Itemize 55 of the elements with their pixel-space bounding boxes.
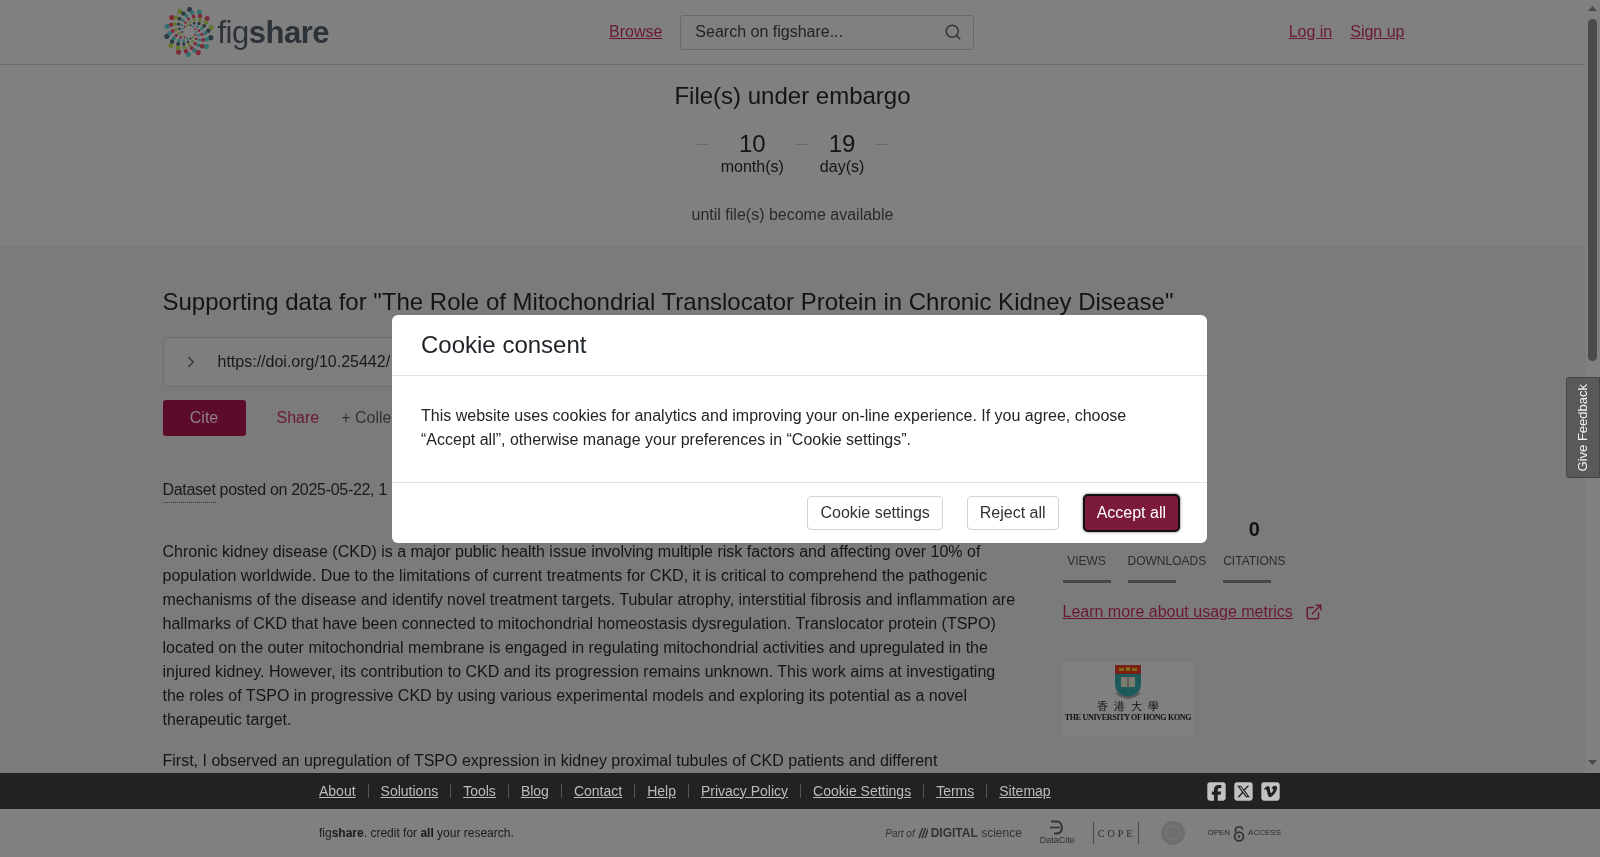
embargo-title: File(s) under embargo: [674, 82, 911, 110]
partner-logo-text: Part of: [885, 826, 915, 841]
partner-logo-text: OPEN: [1207, 827, 1231, 839]
description-paragraph: Chronic kidney disease (CKD) is a major public health issue involving multiple risk factors and affecting over 10% of population worldwide. Due to the limitations of current treatments for CKD, it is critical to comprehend the pathogenic mechanisms of the disease and identify novel treatment targets. Tubular atrophy, interstitial fibrosis and inflammation are hallmarks of CKD that have been connected to mitochondrial homeostasis dysregulation. Translocator protein (TSPO) located on the outer mitochondrial membrane is engaged in regulating mitochondrial activities and upregulated in the injured kidney. However, its contribution to CKD and its progression remains unknown. This work aims at investigating the roles of TSPO in progressive CKD by using various experimental models and exploring its potential as a novel therapeutic target.: [162, 542, 1017, 730]
vimeo-icon[interactable]: [1260, 780, 1281, 802]
stripes-icon: [917, 827, 928, 839]
dialog-message: This website uses cookies for analytics and improving your on-line experience. If you agree, choose “Accept all”, otherwise manage your preferences in “Cookie settings”.: [421, 406, 1128, 450]
logo-chinese-name: 香港大學: [1095, 700, 1166, 713]
footer-link[interactable]: Tools: [463, 780, 496, 802]
posted-date-text: posted on 2025-05-22, 1: [219, 480, 387, 500]
stat-label[interactable]: DOWNLOADS: [1127, 554, 1207, 568]
cookie-settings-button[interactable]: Cookie settings: [807, 496, 943, 530]
logo-english-name: THE UNIVERSITY OF HONG KONG: [1064, 713, 1192, 723]
accept-all-button[interactable]: Accept all: [1082, 494, 1180, 532]
footer-link[interactable]: Privacy Policy: [700, 780, 789, 802]
search-icon[interactable]: [944, 22, 963, 41]
footer-link[interactable]: About: [319, 780, 356, 802]
footer-link[interactable]: Solutions: [380, 780, 439, 802]
x-icon[interactable]: [1233, 780, 1254, 802]
scroll-up-icon[interactable]: [1588, 6, 1597, 11]
feedback-tab[interactable]: Give Feedback: [1566, 377, 1600, 478]
description-paragraph: First, I observed an upregulation of TSPO expression in kidney proximal tubules of CKD patients and different: [162, 751, 939, 771]
search-field[interactable]: Search on figshare...: [680, 14, 975, 50]
scrollbar-thumb[interactable]: [1588, 19, 1597, 361]
footer-link[interactable]: Blog: [520, 780, 549, 802]
footer-link[interactable]: Contact: [573, 780, 623, 802]
cite-button[interactable]: Cite: [162, 400, 246, 436]
stat-count: 0: [1248, 517, 1260, 542]
scroll-down-icon[interactable]: [1588, 760, 1597, 765]
countdown-unit: day(s): [819, 157, 865, 177]
item-type-link[interactable]: Dataset: [162, 478, 216, 503]
external-link-icon[interactable]: [1304, 603, 1323, 621]
spiral-dots-icon: [163, 7, 214, 57]
footer-link[interactable]: Help: [647, 780, 676, 802]
countdown-number: 10: [738, 131, 766, 157]
countdown-unit: month(s): [720, 157, 784, 177]
partner-logo-text: DIGITAL science: [930, 827, 1022, 839]
embargo-note: until file(s) become available: [691, 205, 894, 225]
item-title: Supporting data for "The Role of Mitochondrial Translocator Protein in Chronic Kidney Disease": [162, 290, 1175, 314]
partner-logo-text: ACCESS: [1248, 827, 1281, 839]
crest-icon: [1113, 664, 1143, 700]
open-lock-icon: [1233, 824, 1246, 842]
footer-link[interactable]: Cookie Settings: [813, 780, 912, 802]
partner-logo-text: DataCite: [1039, 835, 1075, 846]
footer-link[interactable]: Sitemap: [999, 780, 1051, 802]
footer-link[interactable]: Terms: [936, 780, 975, 802]
countdown-number: 19: [828, 131, 856, 157]
footer-tagline: figshare. credit for all your research.: [319, 825, 514, 842]
doi-link[interactable]: https://doi.org/10.25442/: [217, 350, 391, 374]
stat-label[interactable]: CITATIONS: [1223, 554, 1286, 568]
partner-logo-text: COPE: [1096, 826, 1136, 841]
dialog-title: Cookie consent: [421, 330, 587, 360]
stat-label[interactable]: VIEWS: [1062, 554, 1111, 568]
reject-all-button[interactable]: Reject all: [966, 496, 1059, 530]
facebook-icon[interactable]: [1206, 780, 1227, 802]
